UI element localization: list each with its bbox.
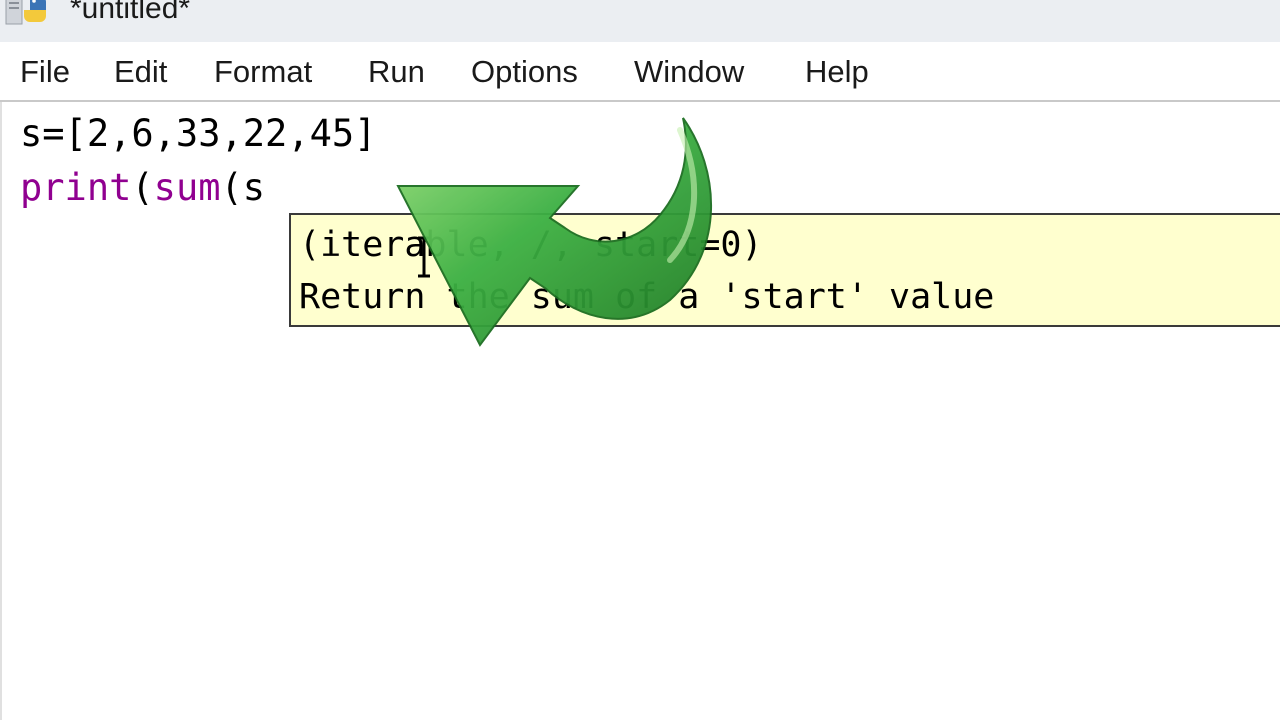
menu-bar: File Edit Format Run Options Window Help [0,42,1280,102]
calltip-doc: Return the sum of a 'start' value [299,277,995,317]
menu-run[interactable]: Run [368,54,425,90]
text-cursor-icon [418,236,430,278]
menu-window[interactable]: Window [634,54,744,90]
paren-open: ( [131,166,154,209]
menu-options[interactable]: Options [471,54,578,90]
menu-edit[interactable]: Edit [114,54,167,90]
menu-help[interactable]: Help [805,54,869,90]
code-line-2-rest: (s [220,166,266,209]
calltip-tooltip: (iterable, /, start=0) Return the sum of… [289,213,1280,327]
python-icon [5,0,46,25]
builtin-sum: sum [153,166,221,209]
code-editor[interactable]: s=[2,6,33,22,45] print(sum(s [0,102,1280,720]
idle-editor-window: *untitled* File Edit Format Run Options … [0,0,1280,720]
menu-format[interactable]: Format [214,54,312,90]
menu-file[interactable]: File [20,54,70,90]
code-line-1[interactable]: s=[2,6,33,22,45] [20,112,376,155]
window-title: *untitled* [70,0,191,25]
builtin-print: print [20,166,132,209]
title-bar[interactable]: *untitled* [0,0,1280,42]
code-line-2[interactable]: print(sum(s [20,166,265,209]
calltip-signature: (iterable, /, start=0) [299,225,763,265]
